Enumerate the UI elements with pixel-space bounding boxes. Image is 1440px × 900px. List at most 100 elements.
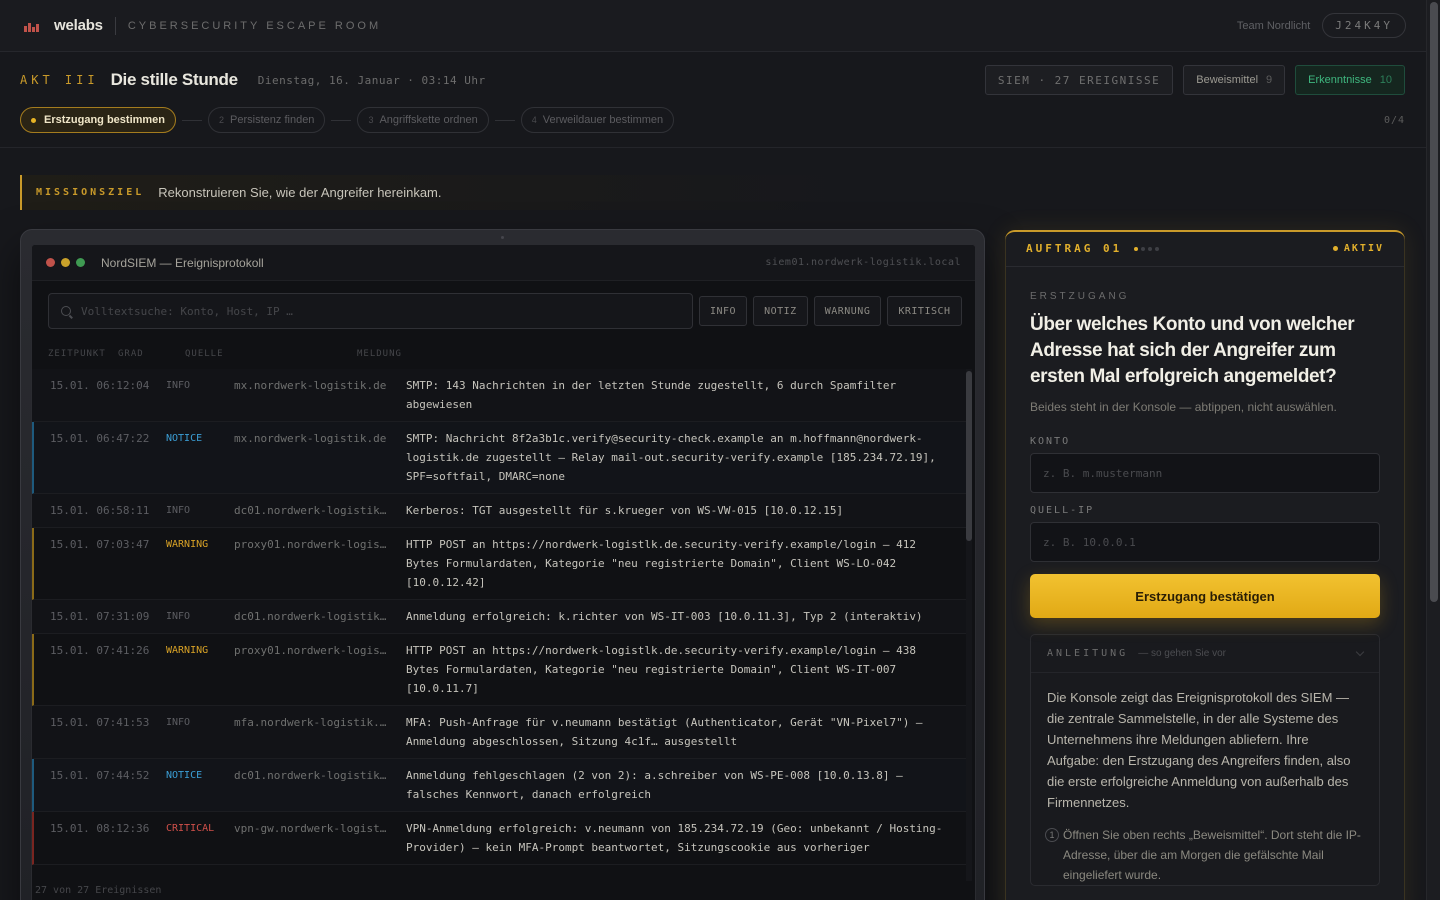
chevron-down-icon[interactable] xyxy=(1355,647,1365,657)
source-ip-label: QUELL-IP xyxy=(1030,505,1095,516)
log-severity: INFO xyxy=(166,717,191,728)
log-source: mfa.nordwerk-logistik.… xyxy=(234,716,387,729)
log-time: 15.01. 07:41:26 xyxy=(50,644,150,657)
task-status: AKTIV xyxy=(1332,243,1384,254)
findings-count: 10 xyxy=(1379,74,1392,86)
log-severity: WARNING xyxy=(166,645,209,656)
filter-warning-button[interactable]: WARNUNG xyxy=(813,296,882,326)
log-source: dc01.nordwerk-logistik… xyxy=(234,769,387,782)
log-message: Kerberos: TGT ausgestellt für s.krueger … xyxy=(406,504,844,517)
event-log[interactable]: 15.01. 06:12:04 INFO mx.nordwerk-logistik.… xyxy=(32,369,966,881)
log-row[interactable]: 15.01. 07:41:26 WARNING proxy01.nordwerk-l… xyxy=(32,634,966,706)
step-number: 2 xyxy=(219,115,225,125)
act-datetime: Dienstag, 16. Januar · 03:14 Uhr xyxy=(257,73,486,87)
log-message: VPN-Anmeldung erfolgreich: v.neumann von… xyxy=(406,822,943,854)
evidence-label: Beweismittel xyxy=(1196,74,1259,86)
search-input[interactable] xyxy=(81,304,661,318)
task-body: ERSTZUGANG Über welches Konto und von we… xyxy=(1030,291,1380,886)
account-label: KONTO xyxy=(1030,436,1071,447)
top-bar: welabs CYBERSECURITY ESCAPE ROOM Team No… xyxy=(0,0,1426,52)
window-scrollbar-thumb[interactable] xyxy=(1430,2,1438,602)
task-hint: Beides steht in der Konsole — abtippen, … xyxy=(1030,400,1337,414)
filter-notice-button[interactable]: NOTIZ xyxy=(753,296,808,326)
filter-critical-button[interactable]: KRITISCH xyxy=(887,296,962,326)
log-row[interactable]: 15.01. 07:03:47 WARNING proxy01.nordwerk-l… xyxy=(32,528,966,600)
log-source: mx.nordwerk-logistik.de xyxy=(234,379,387,392)
pagination-dot xyxy=(1155,246,1160,251)
guide-text: Die Konsole zeigt das Ereignisprotokoll … xyxy=(1047,690,1351,810)
pagination-dot xyxy=(1134,246,1139,251)
log-row[interactable]: 15.01. 06:12:04 INFO mx.nordwerk-logistik.… xyxy=(32,369,966,422)
step-number: 4 xyxy=(531,115,537,125)
log-scrollbar[interactable] xyxy=(966,369,972,881)
log-column-header: ZEITPUNKT GRAD QUELLE MELDUNG xyxy=(48,349,960,363)
log-row[interactable]: 15.01. 07:41:53 INFO mfa.nordwerk-logistik… xyxy=(32,706,966,759)
console-host: siem01.nordwerk-logistik.local xyxy=(765,257,961,268)
log-time: 15.01. 07:31:09 xyxy=(50,610,150,623)
log-severity: WARNING xyxy=(166,539,209,550)
log-row[interactable]: 15.01. 08:12:36 CRITICAL vpn-gw.nordwerk-l… xyxy=(32,812,966,865)
step-connector xyxy=(182,119,203,121)
window-scrollbar[interactable] xyxy=(1426,0,1440,900)
task-label: AUFTRAG 01 xyxy=(1026,242,1123,255)
active-dot-icon xyxy=(31,117,36,123)
brand-subtitle: CYBERSECURITY ESCAPE ROOM xyxy=(127,19,382,32)
console-device: NordSIEM — Ereignisprotokoll siem01.nord… xyxy=(20,229,985,900)
team-name: Team Nordlicht xyxy=(1236,19,1311,32)
log-severity: INFO xyxy=(166,611,191,622)
search-icon xyxy=(61,306,71,316)
step-1[interactable]: Erstzugang bestimmen xyxy=(20,107,177,133)
log-message: SMTP: Nachricht 8f2a3b1c.verify@security… xyxy=(406,432,936,483)
col-time: ZEITPUNKT xyxy=(48,349,106,359)
mission-label: MISSIONSZIEL xyxy=(36,187,145,198)
step-label: Verweildauer bestimmen xyxy=(542,114,664,126)
logo-icon xyxy=(24,20,40,32)
log-row[interactable]: 15.01. 06:58:11 INFO dc01.nordwerk-logisti… xyxy=(32,494,966,528)
log-message: Anmeldung fehlgeschlagen (2 von 2): a.sc… xyxy=(406,769,903,801)
pagination-dot xyxy=(1141,246,1146,251)
step-3[interactable]: 3 Angriffskette ordnen xyxy=(357,107,489,133)
source-ip-input[interactable] xyxy=(1030,522,1380,562)
step-4[interactable]: 4 Verweildauer bestimmen xyxy=(520,107,675,133)
siem-button[interactable]: SIEM · 27 EREIGNISSE xyxy=(984,65,1174,95)
log-time: 15.01. 06:47:22 xyxy=(50,432,150,445)
col-severity: GRAD xyxy=(118,349,144,359)
log-source: vpn-gw.nordwerk-logist… xyxy=(234,822,387,835)
account-input[interactable] xyxy=(1030,453,1380,493)
step-number: 3 xyxy=(368,115,374,125)
guide-title: ANLEITUNG xyxy=(1047,648,1129,659)
room-code-pill[interactable]: J24K4Y xyxy=(1322,13,1406,38)
findings-button[interactable]: Erkenntnisse 10 xyxy=(1295,65,1405,95)
col-message: MELDUNG xyxy=(357,349,402,359)
log-message: SMTP: 143 Nachrichten in der letzten Stu… xyxy=(406,379,897,411)
log-message: HTTP POST an https://nordwerk-logistlk.d… xyxy=(406,538,916,589)
brand-divider xyxy=(114,16,116,35)
log-message: Anmeldung erfolgreich: k.richter von WS-… xyxy=(406,610,923,623)
log-message: HTTP POST an https://nordwerk-logistlk.d… xyxy=(406,644,916,695)
console-title: NordSIEM — Ereignisprotokoll xyxy=(101,255,264,270)
log-time: 15.01. 06:12:04 xyxy=(50,379,150,392)
log-source: dc01.nordwerk-logistik… xyxy=(234,504,387,517)
console-window-bar: NordSIEM — Ereignisprotokoll siem01.nord… xyxy=(32,245,975,281)
filter-info-button[interactable]: INFO xyxy=(699,296,748,326)
maximize-dot-icon[interactable] xyxy=(76,258,85,267)
log-severity: INFO xyxy=(166,380,191,391)
log-row[interactable]: 15.01. 07:44:52 NOTICE dc01.nordwerk-logis… xyxy=(32,759,966,812)
confirm-access-button[interactable]: Erstzugang bestätigen xyxy=(1030,574,1380,618)
minimize-dot-icon[interactable] xyxy=(61,258,70,267)
steps-progress-count: 0/4 xyxy=(1383,114,1405,126)
guide-header[interactable]: ANLEITUNG — so gehen Sie vor xyxy=(1031,635,1379,673)
log-time: 15.01. 07:44:52 xyxy=(50,769,150,782)
log-scrollbar-thumb[interactable] xyxy=(966,371,972,541)
console-screen: NordSIEM — Ereignisprotokoll siem01.nord… xyxy=(31,244,976,900)
device-camera xyxy=(501,236,504,239)
log-row[interactable]: 15.01. 06:47:22 NOTICE mx.nordwerk-logisti… xyxy=(32,422,966,494)
log-time: 15.01. 07:41:53 xyxy=(50,716,150,729)
log-severity: NOTICE xyxy=(166,770,203,781)
guide-step: 1 Öffnen Sie oben rechts „Beweismittel“.… xyxy=(1031,813,1379,885)
step-2[interactable]: 2 Persistenz finden xyxy=(208,107,326,133)
log-row[interactable]: 15.01. 07:31:09 INFO dc01.nordwerk-logisti… xyxy=(32,600,966,634)
log-source: dc01.nordwerk-logistik… xyxy=(234,610,387,623)
close-dot-icon[interactable] xyxy=(46,258,55,267)
evidence-button[interactable]: Beweismittel 9 xyxy=(1183,65,1286,95)
